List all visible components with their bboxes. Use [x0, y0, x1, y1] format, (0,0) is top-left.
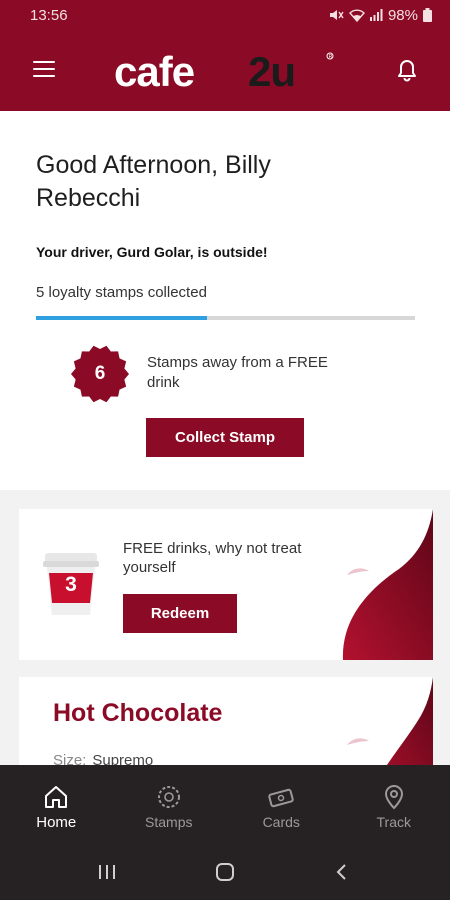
status-bar: 13:56 98% — [0, 0, 450, 30]
free-drinks-card: 3 FREE drinks, why not treat yourself Re… — [19, 509, 433, 660]
menu-icon[interactable] — [33, 61, 55, 77]
nav-home[interactable]: Home — [0, 765, 113, 845]
svg-text:R: R — [329, 54, 333, 60]
welcome-panel: Good Afternoon, Billy Rebecchi Your driv… — [0, 111, 450, 490]
nav-stamps-label: Stamps — [145, 814, 193, 830]
location-icon — [384, 785, 403, 810]
free-drinks-text: FREE drinks, why not treat yourself — [123, 540, 302, 576]
top-bar: 13:56 98% cafe 2u R — [0, 0, 450, 111]
cards-icon — [268, 788, 294, 808]
loyalty-progress-fill — [36, 316, 207, 320]
battery-icon — [423, 8, 432, 22]
order-item-title: Hot Chocolate — [53, 699, 223, 727]
wifi-icon — [349, 8, 365, 22]
svg-text:2u: 2u — [248, 48, 295, 94]
free-drinks-count: 3 — [65, 573, 77, 596]
signal-icon — [369, 9, 383, 21]
stamps-away-count: 6 — [94, 363, 106, 384]
nav-track-label: Track — [376, 814, 411, 830]
home-circle-icon[interactable] — [213, 860, 237, 884]
bell-icon[interactable] — [396, 58, 418, 82]
nav-cards-label: Cards — [262, 814, 300, 830]
redeem-button[interactable]: Redeem — [123, 594, 237, 633]
battery-percent: 98% — [387, 6, 418, 24]
collect-stamp-button[interactable]: Collect Stamp — [146, 418, 304, 457]
nav-track[interactable]: Track — [338, 765, 450, 845]
home-icon — [45, 786, 68, 808]
stamps-away-text: Stamps away from a FREE drink — [147, 354, 328, 391]
app-screen: 13:56 98% cafe 2u R Good Afternoon, Bill… — [0, 0, 450, 900]
recents-icon[interactable] — [95, 860, 119, 884]
greeting-text: Good Afternoon, Billy Rebecchi — [36, 151, 271, 212]
nav-home-label: Home — [36, 814, 77, 831]
bottom-navigation: Home Stamps Cards Track — [0, 765, 450, 845]
cafe2u-logo: cafe 2u R — [114, 48, 339, 95]
status-icons: 98% — [329, 7, 432, 24]
stamps-collected-text: 5 loyalty stamps collected — [36, 284, 207, 301]
svg-text:cafe: cafe — [114, 48, 194, 94]
app-header: cafe 2u R — [0, 30, 450, 111]
nav-stamps[interactable]: Stamps — [113, 765, 226, 845]
loyalty-progress-bar — [36, 316, 415, 320]
card-swoosh-decoration — [342, 509, 433, 660]
stamp-icon — [157, 786, 180, 808]
mute-icon — [329, 8, 344, 22]
status-time: 13:56 — [30, 6, 68, 24]
nav-cards[interactable]: Cards — [225, 765, 338, 845]
back-chevron-icon[interactable] — [330, 860, 354, 884]
driver-message: Your driver, Gurd Golar, is outside! — [36, 244, 268, 260]
system-navigation-bar — [0, 845, 450, 900]
